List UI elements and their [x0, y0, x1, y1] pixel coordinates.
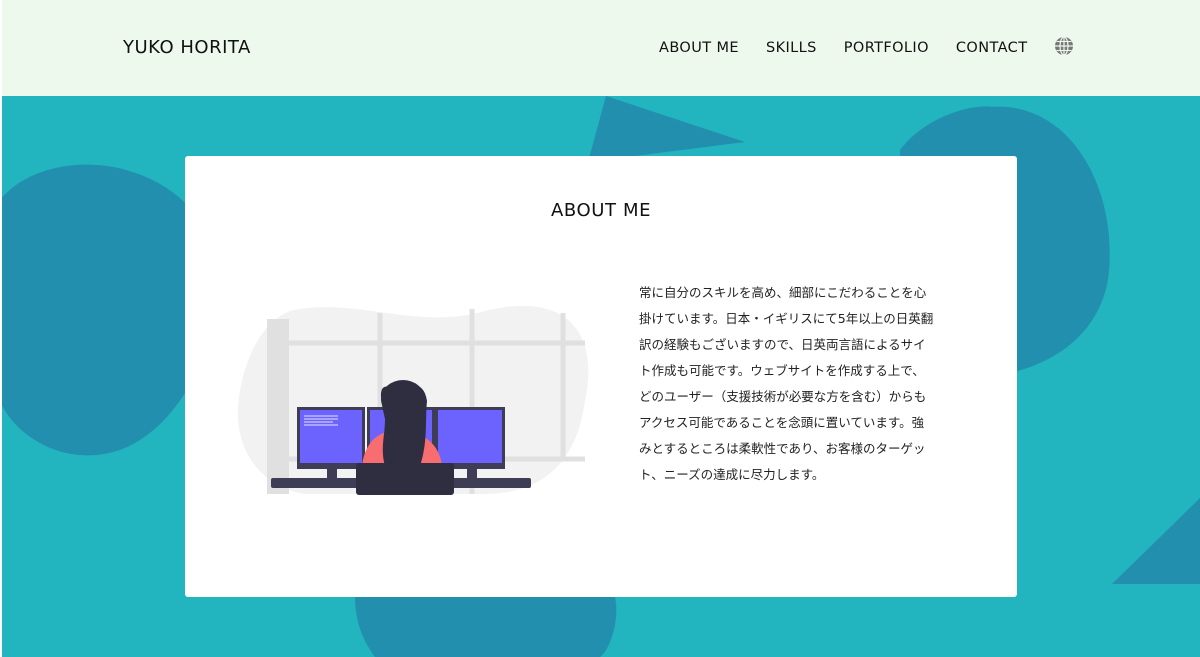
about-title: ABOUT ME: [550, 200, 652, 221]
about-description: 常に自分のスキルを高め、細部にこだわることを心掛けています。日本・イギリスにて5…: [639, 285, 934, 482]
globe-icon[interactable]: [1054, 36, 1074, 56]
site-logo[interactable]: YUKO HORITA: [123, 37, 251, 58]
nav-skills[interactable]: SKILLS: [766, 40, 817, 56]
developer-illustration: [237, 305, 589, 495]
nav-about-me[interactable]: ABOUT ME: [659, 40, 739, 56]
site-header: YUKO HORITA ABOUT ME SKILLS PORTFOLIO CO…: [0, 0, 1200, 96]
about-card: ABOUT ME 常に自分のスキルを高め、細部にこだわることを心掛けています。日…: [185, 156, 1017, 597]
nav-portfolio[interactable]: PORTFOLIO: [844, 40, 929, 56]
nav-contact[interactable]: CONTACT: [956, 40, 1028, 56]
main-nav: ABOUT ME SKILLS PORTFOLIO CONTACT: [659, 36, 1074, 56]
